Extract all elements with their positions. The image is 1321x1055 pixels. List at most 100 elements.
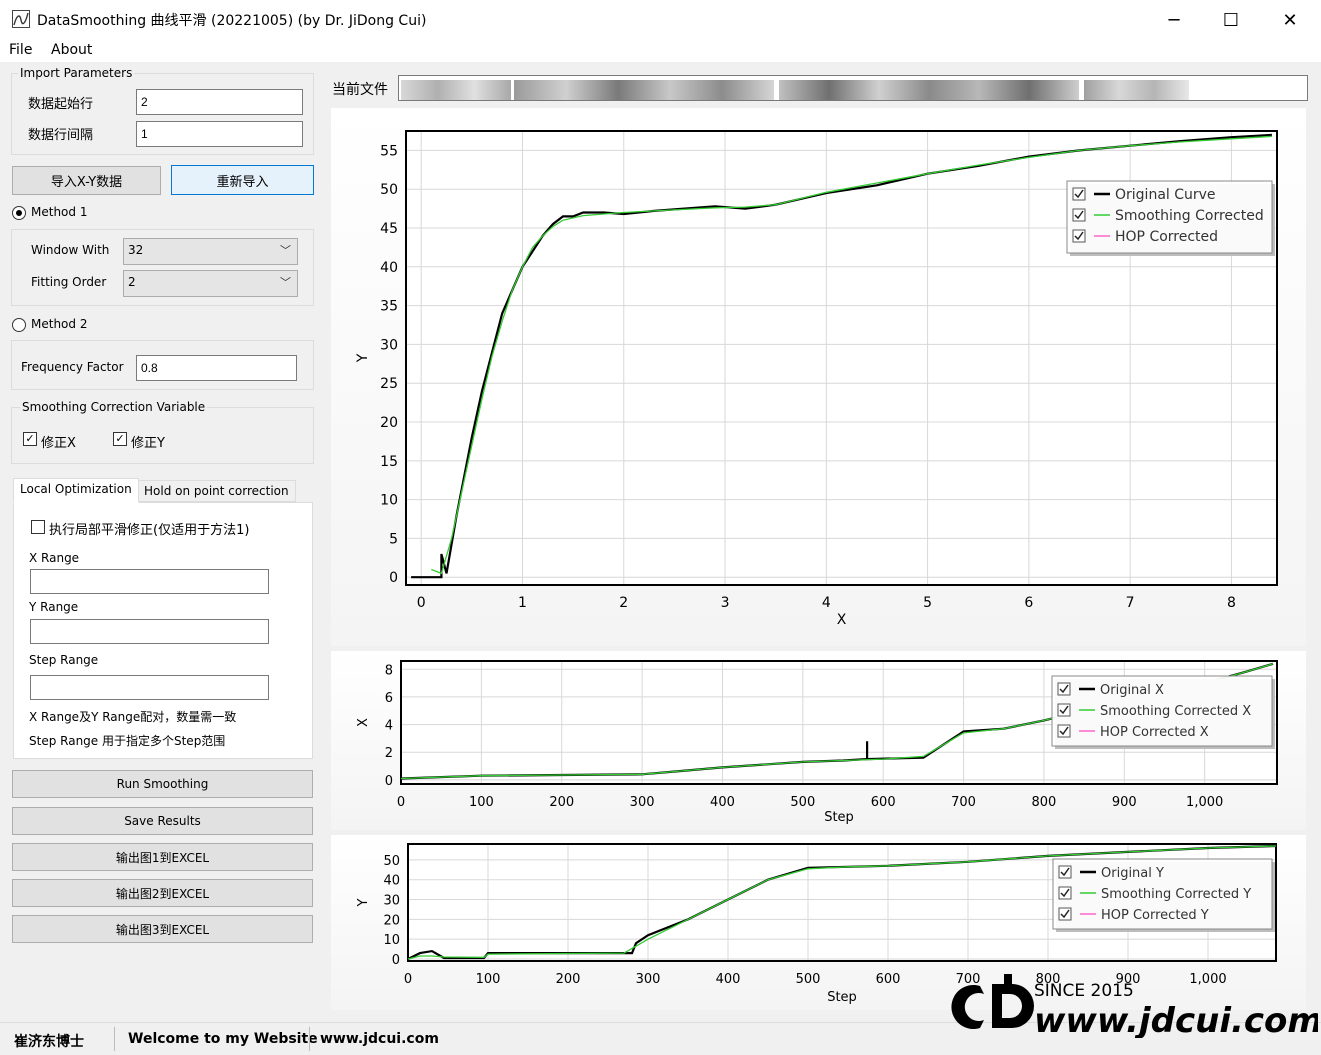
status-author: 崔济东博士 (14, 1034, 84, 1050)
title-bar: DataSmoothing 曲线平滑 (20221005) (by Dr. Ji… (0, 0, 1321, 40)
method1-radio[interactable] (12, 206, 26, 220)
current-file-label: 当前文件 (332, 82, 388, 98)
menu-about[interactable]: About (51, 42, 92, 58)
x-tick-label: 0 (397, 795, 405, 810)
x-tick-label: 0 (417, 595, 426, 611)
x-tick-label: 500 (790, 795, 815, 810)
y-tick-label: 50 (383, 854, 400, 869)
y-axis-label: Y (355, 353, 371, 363)
blurred-path-segment (779, 80, 1079, 100)
local-smoothing-label: 执行局部平滑修正(仅适用于方法1) (49, 523, 250, 538)
minimize-button[interactable]: ─ (1145, 0, 1203, 40)
y-tick-label: 15 (380, 454, 398, 470)
method2-radio[interactable] (12, 318, 26, 332)
x-tick-label: 3 (721, 595, 730, 611)
legend-label: HOP Corrected (1115, 229, 1218, 245)
legend-label: HOP Corrected X (1100, 725, 1209, 740)
local-optimization-page: 执行局部平滑修正(仅适用于方法1) X Range Y Range Step R… (13, 502, 313, 759)
tab-local-optimization[interactable]: Local Optimization (13, 478, 139, 503)
x-tick-label: 4 (822, 595, 831, 611)
chart-step-x[interactable]: 0 100 200 300 400 500 600 700 800 900 1,000 0 2 4 6 8 St… (331, 651, 1306, 830)
y-tick-label: 5 (389, 531, 398, 547)
window-with-select[interactable]: 32 ﹀ (123, 238, 298, 265)
maximize-icon: ☐ (1222, 9, 1240, 31)
y-axis-label: Y (356, 898, 371, 907)
legend-checkbox (1072, 187, 1086, 201)
x-tick-label: 300 (636, 972, 661, 987)
reimport-button[interactable]: 重新导入 (171, 165, 314, 195)
y-axis-label: X (356, 718, 371, 727)
menu-file[interactable]: File (9, 42, 32, 58)
correction-title: Smoothing Correction Variable (20, 400, 208, 414)
step-range-input[interactable] (30, 675, 269, 700)
frequency-factor-label: Frequency Factor (21, 360, 124, 374)
y-range-label: Y Range (29, 600, 79, 614)
row-interval-label: 数据行间隔 (28, 128, 94, 143)
y-tick-label: 20 (380, 415, 398, 431)
x-tick-label: 600 (871, 795, 896, 810)
export-chart1-button[interactable]: 输出图1到EXCEL (12, 843, 313, 871)
fitting-order-select[interactable]: 2 ﹀ (123, 270, 298, 297)
jdcui-watermark-logo: SINCE 2015 www.jdcui.com (951, 974, 1318, 1038)
blurred-path-segment (514, 80, 774, 100)
maximize-button[interactable]: ☐ (1202, 0, 1260, 40)
x-tick-label: 300 (630, 795, 655, 810)
y-tick-label: 40 (383, 874, 400, 889)
row-interval-input[interactable] (136, 121, 303, 147)
x-tick-label: 800 (1032, 795, 1057, 810)
fix-y-checkbox[interactable]: ✓ (113, 432, 127, 446)
x-tick-label: 500 (796, 972, 821, 987)
legend-label: Original X (1100, 683, 1164, 698)
legend-checkbox (1057, 682, 1071, 696)
window-with-label: Window With (31, 243, 110, 257)
close-icon: ✕ (1282, 9, 1298, 31)
y-tick-label: 45 (380, 221, 398, 237)
start-row-input[interactable] (136, 89, 303, 115)
legend-checkbox (1072, 229, 1086, 243)
run-smoothing-button[interactable]: Run Smoothing (12, 770, 313, 798)
range-note-2: Step Range 用于指定多个Step范围 (29, 734, 226, 748)
y-range-input[interactable] (30, 619, 269, 644)
close-button[interactable]: ✕ (1261, 0, 1319, 40)
fix-x-checkbox[interactable]: ✓ (23, 432, 37, 446)
save-results-button[interactable]: Save Results (12, 807, 313, 835)
method2-label: Method 2 (31, 317, 88, 331)
legend-label: Smoothing Corrected (1115, 208, 1264, 224)
y-tick-label: 0 (385, 774, 393, 789)
x-tick-label: 700 (951, 795, 976, 810)
chevron-down-icon: ﹀ (280, 244, 291, 257)
status-separator (309, 1027, 310, 1051)
local-smoothing-checkbox[interactable] (31, 520, 45, 534)
y-tick-label: 25 (380, 376, 398, 392)
import-xy-button[interactable]: 导入X-Y数据 (12, 166, 161, 195)
y-tick-label: 0 (392, 953, 400, 968)
x-range-input[interactable] (30, 569, 269, 594)
tab-hold-on-point[interactable]: Hold on point correction (137, 480, 296, 502)
y-tick-label: 8 (385, 663, 393, 678)
export-chart3-button[interactable]: 输出图3到EXCEL (12, 915, 313, 943)
x-tick-label: 0 (404, 972, 412, 987)
watermark-url: www.jdcui.com (1034, 1001, 1318, 1038)
blurred-path-segment (1084, 80, 1189, 100)
frequency-factor-input[interactable] (136, 355, 297, 381)
y-tick-label: 10 (383, 933, 400, 948)
app-icon (12, 10, 30, 28)
x-tick-label: 1 (518, 595, 527, 611)
legend-label: HOP Corrected Y (1101, 908, 1209, 923)
status-welcome: Welcome to my Website (128, 1031, 318, 1047)
chart-xy[interactable]: 0 1 2 3 4 5 6 7 80510152025303540455055XYOrigina… (331, 108, 1306, 646)
step-range-label: Step Range (29, 653, 99, 667)
legend-checkbox (1057, 724, 1071, 738)
y-tick-label: 6 (385, 691, 393, 706)
fitting-order-label: Fitting Order (31, 275, 107, 289)
x-axis-label: Step (824, 810, 854, 825)
current-file-path (398, 75, 1308, 101)
export-chart2-button[interactable]: 输出图2到EXCEL (12, 879, 313, 907)
x-tick-label: 6 (1024, 595, 1033, 611)
x-tick-label: 200 (549, 795, 574, 810)
x-tick-label: 7 (1126, 595, 1135, 611)
x-range-label: X Range (29, 551, 80, 565)
y-tick-label: 30 (380, 337, 398, 353)
fitting-order-value: 2 (128, 275, 136, 289)
status-website[interactable]: www.jdcui.com (320, 1031, 439, 1047)
